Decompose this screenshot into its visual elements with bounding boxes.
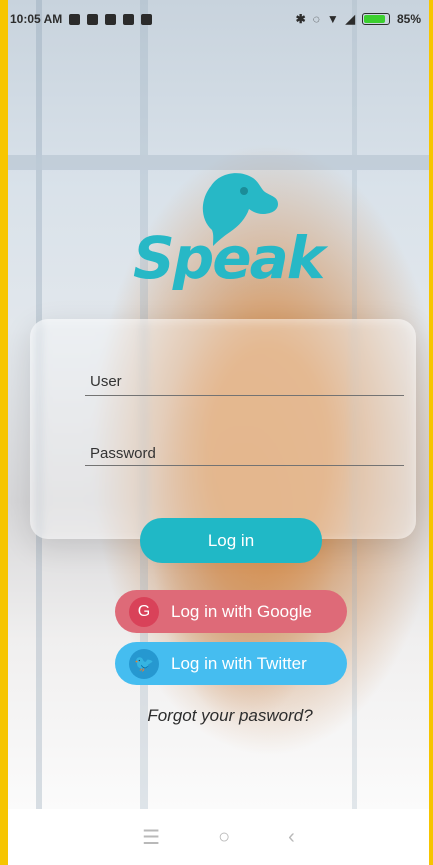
android-navigation-bar: ☰ ○ ‹ bbox=[8, 809, 429, 865]
password-input[interactable]: Password bbox=[90, 445, 156, 462]
wifi-icon: ▼ bbox=[326, 12, 339, 26]
login-button[interactable]: Log in bbox=[140, 518, 322, 563]
user-input[interactable]: User bbox=[90, 373, 122, 390]
facebook-icon bbox=[87, 13, 99, 25]
login-button-label: Log in bbox=[207, 530, 255, 550]
phone-screen: 10:05 AM ✱ ◌ ▼ ◢ 85% Speak User Password… bbox=[8, 0, 429, 865]
status-right: ✱ ◌ ▼ ◢ 85% bbox=[296, 12, 421, 26]
status-left: 10:05 AM bbox=[10, 12, 153, 26]
forgot-password-link[interactable]: Forgot your pasword? bbox=[120, 706, 340, 726]
google-login-button[interactable]: G Log in with Google bbox=[115, 590, 347, 633]
briefcase-icon bbox=[141, 13, 153, 25]
battery-percentage: 85% bbox=[396, 12, 421, 26]
sync-icon: ◌ bbox=[312, 12, 320, 26]
password-input-underline bbox=[85, 465, 404, 466]
camera-icon bbox=[123, 13, 135, 25]
bluetooth-icon: ✱ bbox=[295, 12, 306, 26]
app-frame: 10:05 AM ✱ ◌ ▼ ◢ 85% Speak User Password… bbox=[0, 0, 433, 865]
menu-nav-button[interactable]: ☰ bbox=[142, 825, 160, 850]
screenshot-icon bbox=[69, 13, 81, 25]
linkedin-icon bbox=[105, 13, 117, 25]
twitter-login-button[interactable]: 🐦 Log in with Twitter bbox=[115, 642, 347, 685]
twitter-icon: 🐦 bbox=[129, 648, 159, 679]
google-login-label: Log in with Google bbox=[171, 601, 312, 621]
battery-icon bbox=[361, 13, 390, 25]
signal-icon: ◢ bbox=[345, 12, 355, 26]
user-input-underline bbox=[85, 395, 404, 396]
app-name: Speak bbox=[133, 224, 325, 292]
battery-fill bbox=[363, 15, 386, 23]
status-time: 10:05 AM bbox=[10, 12, 63, 26]
back-nav-button[interactable]: ‹ bbox=[288, 826, 295, 849]
twitter-login-label: Log in with Twitter bbox=[171, 653, 307, 673]
google-icon: G bbox=[129, 596, 159, 627]
login-card: User Password bbox=[30, 319, 416, 539]
status-bar: 10:05 AM ✱ ◌ ▼ ◢ 85% bbox=[8, 0, 429, 38]
home-nav-button[interactable]: ○ bbox=[218, 826, 230, 849]
speak-logo: Speak bbox=[133, 166, 325, 294]
